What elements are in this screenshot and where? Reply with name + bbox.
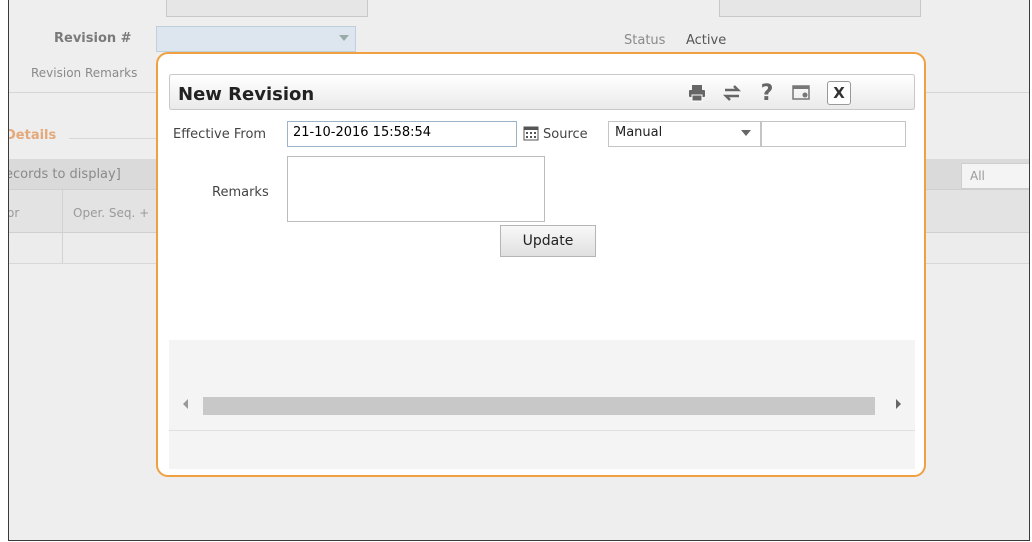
help-icon[interactable]: ?	[755, 81, 779, 106]
filter-select[interactable]: All	[961, 163, 1029, 189]
status-value: Active	[686, 33, 727, 48]
dialog-title: New Revision	[178, 84, 315, 105]
revision-remarks-label: Revision Remarks	[31, 66, 138, 80]
source-detail-field[interactable]	[761, 121, 906, 147]
chevron-down-icon	[741, 130, 751, 136]
column-header[interactable]: Oper. Seq. +	[73, 206, 149, 220]
source-select[interactable]: Manual	[608, 121, 762, 147]
bg-top-field	[166, 0, 368, 17]
effective-from-field[interactable]: 21-10-2016 15:58:54	[287, 121, 517, 147]
remarks-label: Remarks	[212, 185, 269, 200]
app-window: Revision # Status Active Revision Remark…	[8, 0, 1030, 541]
bg-top-field-right	[719, 0, 921, 17]
source-label: Source	[543, 127, 588, 142]
print-icon[interactable]	[685, 81, 709, 105]
revision-label: Revision #	[54, 31, 132, 46]
effective-from-label: Effective From	[173, 127, 267, 142]
update-button[interactable]: Update	[500, 225, 596, 257]
swap-icon[interactable]	[720, 81, 744, 105]
details-section-title: Details	[8, 128, 57, 143]
close-button[interactable]: X	[827, 81, 851, 105]
calendar-icon[interactable]	[523, 125, 539, 141]
dialog-form: Effective From 21-10-2016 15:58:54 Sourc…	[169, 110, 915, 340]
new-revision-dialog: New Revision ? X Effective From 21-10-20…	[156, 52, 926, 477]
column-header[interactable]: or	[9, 206, 19, 220]
revision-select[interactable]	[156, 26, 356, 52]
column-divider	[62, 190, 63, 263]
scroll-left-icon[interactable]	[183, 399, 188, 409]
window-settings-icon[interactable]	[790, 81, 814, 105]
source-value: Manual	[615, 125, 663, 140]
scrollbar-thumb[interactable]	[203, 397, 875, 415]
remarks-textarea[interactable]	[287, 156, 545, 222]
scroll-right-icon[interactable]	[896, 399, 901, 409]
divider	[69, 138, 169, 139]
horizontal-scrollbar[interactable]	[169, 390, 915, 420]
status-label: Status	[624, 33, 666, 48]
records-text: ecords to display]	[8, 167, 121, 182]
divider	[169, 430, 915, 431]
dialog-titlebar: New Revision ? X	[169, 74, 915, 110]
chevron-down-icon	[339, 35, 349, 41]
